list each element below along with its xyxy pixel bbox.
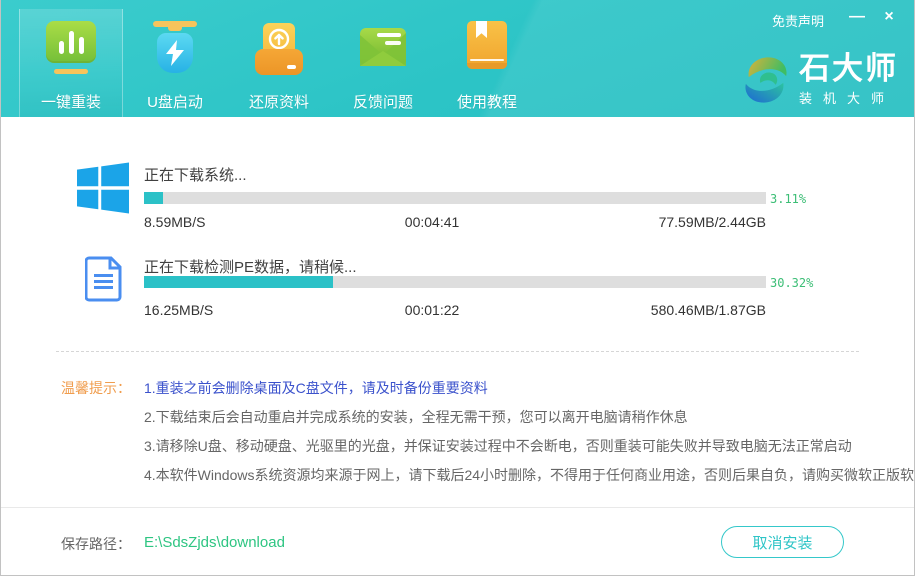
book-icon bbox=[467, 21, 507, 83]
cancel-install-button[interactable]: 取消安装 bbox=[721, 526, 844, 558]
tips-list: 1.重装之前会删除桌面及C盘文件，请及时备份重要资料 2.下载结束后会自动重启并… bbox=[144, 374, 915, 490]
download-size: 580.46MB/1.87GB bbox=[651, 302, 766, 318]
progress-bar-system bbox=[144, 192, 766, 204]
brand-subtitle: 装机大师 bbox=[799, 88, 898, 107]
document-icon bbox=[85, 256, 123, 307]
brand-name: 石大师 bbox=[799, 53, 898, 85]
brand-swirl-icon bbox=[743, 54, 789, 106]
usb-drive-icon bbox=[153, 21, 197, 83]
tab-label: 一键重装 bbox=[41, 91, 101, 112]
tab-restore-data[interactable]: 还原资料 bbox=[227, 9, 331, 117]
dashed-divider bbox=[56, 351, 859, 352]
save-path-value: E:\SdsZjds\download bbox=[144, 534, 285, 551]
download-title-system: 正在下载系统... bbox=[144, 164, 247, 185]
header-bar: 一键重装 U盘启动 bbox=[1, 0, 914, 117]
progress-bar-pe bbox=[144, 276, 766, 288]
feedback-envelope-icon bbox=[357, 21, 409, 83]
progress-fill-pe bbox=[144, 276, 333, 288]
download-title-pe: 正在下载检测PE数据，请稍候... bbox=[144, 256, 357, 277]
tab-label: 还原资料 bbox=[249, 91, 309, 112]
bar-chart-icon bbox=[46, 21, 96, 83]
app-window: 一键重装 U盘启动 bbox=[0, 0, 915, 576]
save-path-label: 保存路径： bbox=[61, 534, 131, 554]
download-speed: 16.25MB/S bbox=[144, 302, 213, 318]
nav-tabs: 一键重装 U盘启动 bbox=[19, 9, 539, 117]
progress-fill-system bbox=[144, 192, 163, 204]
tip-item: 3.请移除U盘、移动硬盘、光驱里的光盘，并保证安装过程中不会断电，否则重装可能失… bbox=[144, 432, 915, 461]
tip-item: 2.下载结束后会自动重启并完成系统的安装，全程无需干预，您可以离开电脑请稍作休息 bbox=[144, 403, 915, 432]
tab-tutorial[interactable]: 使用教程 bbox=[435, 9, 539, 117]
footer-bar: 保存路径： E:\SdsZjds\download 取消安装 bbox=[1, 507, 914, 576]
tab-one-key-reinstall[interactable]: 一键重装 bbox=[19, 9, 123, 117]
download-time-remaining: 00:04:41 bbox=[405, 214, 460, 230]
download-speed: 8.59MB/S bbox=[144, 214, 205, 230]
tab-label: 使用教程 bbox=[457, 91, 517, 112]
download-time-remaining: 00:01:22 bbox=[405, 302, 460, 318]
tab-label: U盘启动 bbox=[147, 91, 203, 112]
progress-percent-system: 3.11% bbox=[770, 192, 806, 206]
tab-label: 反馈问题 bbox=[353, 91, 413, 112]
restore-drawer-icon bbox=[253, 21, 305, 83]
minimize-button[interactable]: — bbox=[844, 6, 870, 28]
brand-logo: 石大师 装机大师 bbox=[743, 53, 898, 107]
disclaimer-link[interactable]: 免责声明 bbox=[772, 11, 824, 30]
download-stats-pe: 16.25MB/S 00:01:22 580.46MB/1.87GB bbox=[144, 302, 766, 318]
progress-percent-pe: 30.32% bbox=[770, 276, 813, 290]
download-stats-system: 8.59MB/S 00:04:41 77.59MB/2.44GB bbox=[144, 214, 766, 230]
tip-item: 4.本软件Windows系统资源均来源于网上，请下载后24小时删除，不得用于任何… bbox=[144, 461, 915, 490]
close-button[interactable]: × bbox=[876, 6, 902, 28]
download-size: 77.59MB/2.44GB bbox=[659, 214, 766, 230]
tab-feedback[interactable]: 反馈问题 bbox=[331, 9, 435, 117]
tab-usb-boot[interactable]: U盘启动 bbox=[123, 9, 227, 117]
windows-logo-icon bbox=[77, 162, 129, 219]
tip-item: 1.重装之前会删除桌面及C盘文件，请及时备份重要资料 bbox=[144, 374, 915, 403]
tips-label: 温馨提示： bbox=[61, 374, 131, 403]
